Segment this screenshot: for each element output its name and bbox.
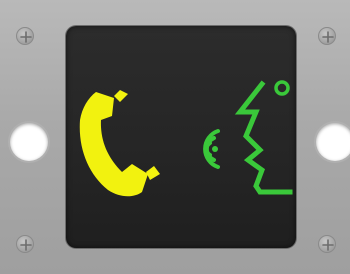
intercom-faceplate [0,0,350,274]
bottom-right-screw-icon [318,235,336,253]
top-right-screw-icon [318,27,336,45]
right-mounting-hole [316,123,350,161]
telephone-handset-icon [79,90,160,197]
sound-waves-icon [203,129,220,169]
speaking-face-icon [234,80,293,195]
bottom-left-screw-icon [16,235,34,253]
indicator-panel [66,26,296,248]
left-mounting-hole [10,123,48,161]
top-left-screw-icon [16,27,34,45]
